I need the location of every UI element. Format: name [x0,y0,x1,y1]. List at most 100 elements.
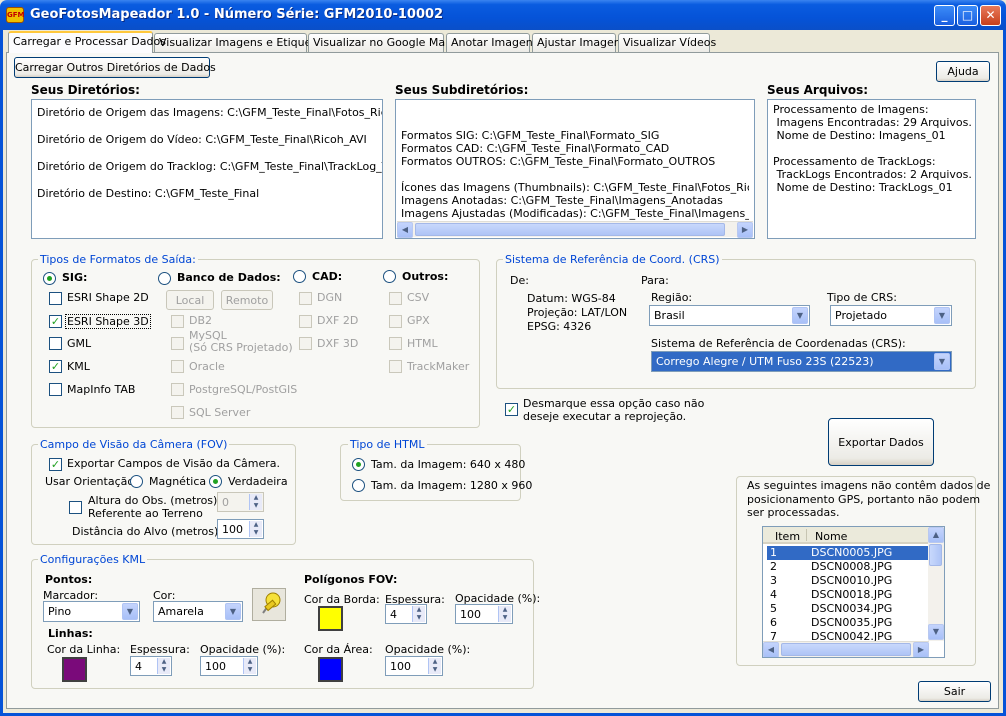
no-gps-list[interactable]: Item Nome 1 DSCN0005.JPG 2 DSCN0008.JPG 3 D… [762,526,945,658]
trackmaker-checkbox[interactable] [389,360,402,373]
esri-3d-checkbox[interactable]: ✓ [49,315,62,328]
spinner-arrows-icon[interactable]: ▲ ▼ [249,521,262,537]
chevron-down-icon[interactable]: ▼ [934,353,950,370]
scroll-up-icon[interactable]: ▲ [928,527,944,543]
fov-export-checkbox[interactable]: ✓ [49,458,62,471]
tab-annotate[interactable]: Anotar Imagens [446,33,538,52]
magnetic-radio[interactable] [130,475,143,488]
gml-checkbox[interactable] [49,337,62,350]
html-640-radio[interactable] [352,458,365,471]
scroll-thumb[interactable] [781,643,911,656]
close-icon[interactable]: ✕ [980,5,1001,26]
border-color-swatch[interactable] [318,606,343,631]
list-item[interactable]: 5 DSCN0034.JPG [767,602,929,616]
maximize-icon[interactable]: □ [957,5,978,26]
scroll-left-icon[interactable]: ◀ [763,642,779,657]
border-width-spinner[interactable]: 4 ▲ ▼ [385,604,427,624]
chevron-down-icon[interactable]: ▼ [934,307,950,324]
region-select[interactable]: Brasil ▼ [649,305,810,326]
subdirectories-textbox[interactable]: Formatos SIG: C:\GFM_Teste_Final\Formato… [395,99,755,239]
chevron-down-icon[interactable]: ▼ [792,307,808,324]
sig-radio[interactable] [43,272,56,285]
kml-checkbox[interactable]: ✓ [49,360,62,373]
spinner-arrows-icon[interactable]: ▲ ▼ [428,658,441,674]
area-opacity-spinner[interactable]: 100 ▲ ▼ [385,656,443,676]
height-spinner[interactable]: 0 ▲ ▼ [217,492,264,512]
export-data-button[interactable]: Exportar Dados [828,418,934,466]
scroll-right-icon[interactable]: ▶ [913,642,929,657]
files-textbox[interactable]: Processamento de Imagens: Imagens Encont… [767,99,976,239]
tab-adjust[interactable]: Ajustar Imagens [532,33,627,52]
dgn-checkbox[interactable] [299,292,312,305]
horizontal-scrollbar[interactable]: ◀ ▶ [397,221,753,238]
directories-textbox[interactable]: Diretório de Origem das Imagens: C:\GFM_… [31,99,383,239]
spinner-arrows-icon[interactable]: ▲ ▼ [243,658,256,674]
oracle-checkbox[interactable] [171,360,184,373]
distance-spinner[interactable]: 100 ▲ ▼ [217,519,264,539]
files-heading: Seus Arquivos: [767,83,869,97]
db-radio[interactable] [158,272,171,285]
scroll-left-icon[interactable]: ◀ [397,222,413,238]
mapinfo-checkbox[interactable] [49,383,62,396]
help-button[interactable]: Ajuda [936,61,990,82]
other-radio[interactable] [383,270,396,283]
scroll-right-icon[interactable]: ▶ [737,222,753,238]
list-item[interactable]: 4 DSCN0018.JPG [767,588,929,602]
line-color-swatch[interactable] [62,657,87,682]
tab-load-process[interactable]: Carregar e Processar Dados [8,31,166,53]
chevron-down-icon[interactable]: ▼ [122,603,138,620]
no-gps-message: As seguintes imagens não contêm dados de… [747,479,991,519]
esri-2d-checkbox[interactable] [49,292,62,305]
horizontal-scrollbar[interactable]: ◀ ▶ [763,641,929,657]
minimize-icon[interactable]: _ [934,5,955,26]
cad-radio[interactable] [293,270,306,283]
exit-button[interactable]: Sair [918,681,991,702]
tab-videos[interactable]: Visualizar Vídeos [618,33,716,52]
list-item[interactable]: 2 DSCN0008.JPG [767,560,929,574]
dxf2d-checkbox[interactable] [299,315,312,328]
true-north-radio[interactable] [209,475,222,488]
col-item-header[interactable]: Item [775,530,800,543]
spinner-arrows-icon[interactable]: ▲ ▼ [498,606,511,622]
col-name-header[interactable]: Nome [815,530,847,543]
reproject-checkbox[interactable]: ✓ [505,403,518,416]
tab-view-images[interactable]: Visualizar Imagens e Etiquetas [154,33,328,52]
list-item[interactable]: 3 DSCN0010.JPG [767,574,929,588]
list-item[interactable]: 1 DSCN0005.JPG [767,546,929,560]
spinner-arrows-icon[interactable]: ▲ ▼ [157,658,170,674]
spinner-arrows-icon[interactable]: ▲ ▼ [249,494,262,510]
marker-color-select[interactable]: Amarela ▼ [153,601,243,622]
area-color-swatch[interactable] [318,657,343,682]
scroll-thumb[interactable] [415,223,725,236]
border-opacity-spinner[interactable]: 100 ▲ ▼ [455,604,513,624]
terrain-height-checkbox[interactable] [69,501,82,514]
marker-select[interactable]: Pino ▼ [43,601,140,622]
line-width-spinner[interactable]: 4 ▲ ▼ [130,656,172,676]
crs-type-select[interactable]: Projetado ▼ [830,305,952,326]
db2-checkbox[interactable] [171,315,184,328]
spinner-arrows-icon[interactable]: ▲ ▼ [412,606,425,622]
gpx-checkbox[interactable] [389,315,402,328]
html-checkbox[interactable] [389,337,402,350]
postgres-label: PostgreSQL/PostGIS [189,383,298,396]
scroll-thumb[interactable] [929,544,942,566]
local-button[interactable]: Local [166,290,214,310]
crs-system-select[interactable]: Corrego Alegre / UTM Fuso 23S (22523) ▼ [651,351,952,372]
html-1280-radio[interactable] [352,479,365,492]
vertical-scrollbar[interactable]: ▲ ▼ [928,527,944,641]
tab-google-maps[interactable]: Visualizar no Google Maps [308,33,458,52]
scroll-down-icon[interactable]: ▼ [928,624,944,640]
chevron-down-icon[interactable]: ▼ [225,603,241,620]
mysql-label: MySQL (Só CRS Projetado) [189,329,293,354]
row-name: DSCN0005.JPG [811,546,893,559]
mysql-checkbox[interactable] [171,337,184,350]
reproject-label: Desmarque essa opção caso não deseje exe… [523,397,705,423]
dxf3d-checkbox[interactable] [299,337,312,350]
csv-checkbox[interactable] [389,292,402,305]
sqlserver-checkbox[interactable] [171,406,184,419]
line-opacity-spinner[interactable]: 100 ▲ ▼ [200,656,258,676]
postgres-checkbox[interactable] [171,383,184,396]
list-item[interactable]: 6 DSCN0035.JPG [767,616,929,630]
load-dirs-button[interactable]: Carregar Outros Diretórios de Dados [14,57,216,78]
remote-button[interactable]: Remoto [221,290,273,310]
